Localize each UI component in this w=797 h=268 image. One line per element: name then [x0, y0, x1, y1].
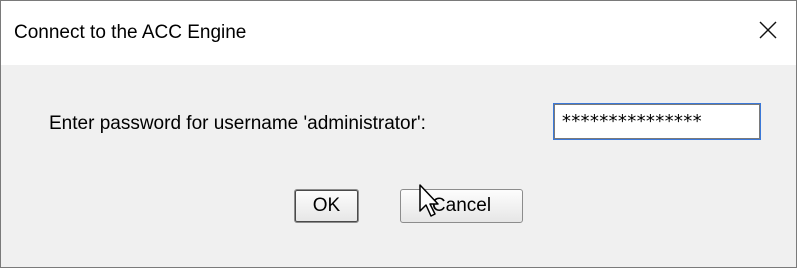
close-icon [759, 21, 777, 44]
password-prompt-label: Enter password for username 'administrat… [49, 113, 426, 134]
ok-button-label: OK [312, 195, 341, 216]
dialog-window: Connect to the ACC Engine Enter password… [0, 0, 797, 268]
ok-button[interactable]: OK [294, 189, 359, 223]
window-title: Connect to the ACC Engine [14, 22, 247, 43]
dialog-content: Enter password for username 'administrat… [1, 65, 796, 267]
title-bar[interactable]: Connect to the ACC Engine [1, 1, 796, 65]
close-button[interactable] [746, 11, 790, 53]
password-field[interactable] [554, 104, 760, 139]
mouse-pointer-icon [418, 183, 442, 219]
